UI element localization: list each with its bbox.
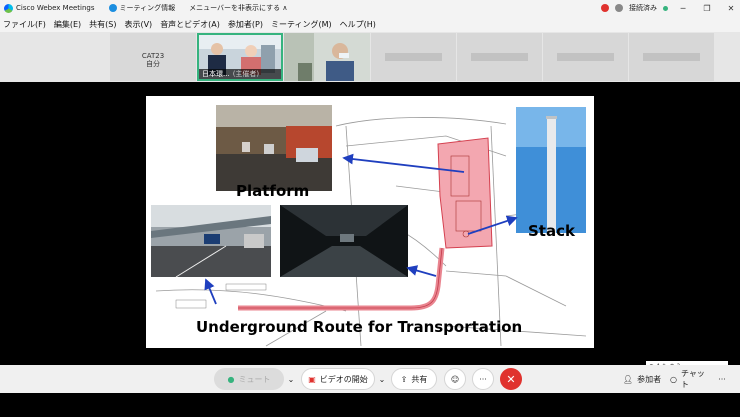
- menu-edit[interactable]: 編集(E): [54, 19, 81, 30]
- record-icon: [601, 4, 609, 12]
- participant-strip: CAT23 自分 日本環... (主催者): [0, 32, 740, 82]
- chat-button[interactable]: ○ チャット: [670, 368, 710, 390]
- participants-button[interactable]: 👤︎ 参加者: [619, 368, 665, 390]
- start-video-label: ビデオの開始: [319, 374, 368, 384]
- menu-participants[interactable]: 参加者(P): [228, 19, 263, 30]
- meeting-info-button[interactable]: ミーティング情報: [108, 3, 176, 13]
- empty-tile: [543, 33, 628, 81]
- video-options-chevron-icon[interactable]: ⌄: [376, 368, 388, 390]
- meeting-controls-bar: ● ミュート ⌄ ▣ ビデオの開始 ⌄ ⇪ 共有 ☺ ··· ✕ 👤︎ 参加者 …: [0, 365, 740, 393]
- participant-video-tile[interactable]: [284, 33, 370, 81]
- host-name-bar: 日本環... (主催者): [199, 69, 281, 79]
- mute-button[interactable]: ● ミュート: [214, 368, 284, 390]
- end-meeting-button[interactable]: ✕: [500, 368, 522, 390]
- self-video-tile[interactable]: CAT23 自分: [110, 33, 196, 81]
- menu-share[interactable]: 共有(S): [89, 19, 116, 30]
- panel-more-button[interactable]: ···: [712, 368, 732, 390]
- menu-view[interactable]: 表示(V): [124, 19, 152, 30]
- empty-tile: [629, 33, 714, 81]
- road-photo: [151, 205, 271, 278]
- site-map-slide: Platform Stack Underground Route for Tra…: [151, 105, 587, 347]
- menu-bar: ファイル(F) 編集(E) 共有(S) 表示(V) 音声とビデオ(A) 参加者(…: [0, 16, 740, 32]
- share-button[interactable]: ⇪ 共有: [391, 368, 437, 390]
- empty-tile: [371, 33, 456, 81]
- route-label: Underground Route for Transportation: [196, 318, 522, 336]
- more-icon: ···: [479, 374, 487, 384]
- app-title: Cisco Webex Meetings: [16, 4, 95, 12]
- stack-photo: [516, 107, 586, 233]
- close-icon[interactable]: ✕: [722, 4, 740, 13]
- share-icon: ⇪: [400, 374, 408, 384]
- participant-video-feed: [284, 33, 370, 81]
- platform-photo: [216, 105, 332, 191]
- title-bar: Cisco Webex Meetings ミーティング情報 メニューバーを非表示…: [0, 0, 740, 16]
- microphone-icon: ●: [227, 374, 235, 384]
- shared-slide: Platform Stack Underground Route for Tra…: [146, 96, 594, 348]
- smiley-icon: ☺: [450, 374, 460, 384]
- start-video-button[interactable]: ▣ ビデオの開始: [301, 368, 375, 390]
- stack-label: Stack: [528, 222, 576, 240]
- meeting-info-label: ミーティング情報: [119, 4, 176, 12]
- self-name: CAT23: [141, 52, 165, 60]
- window-controls: 接続済み ─ ❐ ✕: [601, 0, 740, 16]
- site-area: [437, 137, 493, 249]
- menu-audio-video[interactable]: 音声とビデオ(A): [160, 19, 220, 30]
- reactions-button[interactable]: ☺: [444, 368, 466, 390]
- hide-menubar-button[interactable]: メニューバーを非表示にする ∧: [189, 3, 287, 13]
- info-icon: [108, 4, 117, 12]
- share-label: 共有: [411, 374, 428, 384]
- host-name: 日本環...: [202, 70, 230, 78]
- platform-label: Platform: [236, 182, 309, 200]
- minimize-icon[interactable]: ─: [674, 4, 692, 13]
- status-dot-icon: [663, 5, 668, 11]
- shared-content-stage: Platform Stack Underground Route for Tra…: [0, 82, 740, 365]
- host-video-tile[interactable]: 日本環... (主催者): [197, 33, 283, 81]
- mute-label: ミュート: [238, 374, 271, 384]
- chat-label: チャット: [680, 369, 705, 389]
- chat-bubble-icon: ○: [670, 374, 677, 384]
- participants-label: 参加者: [637, 374, 662, 384]
- maximize-icon[interactable]: ❐: [698, 4, 716, 13]
- menu-help[interactable]: ヘルプ(H): [340, 19, 376, 30]
- tunnel-photo: [280, 205, 408, 277]
- person-icon: 👤︎: [622, 374, 634, 384]
- more-icon: ···: [718, 374, 726, 384]
- empty-tile: [457, 33, 542, 81]
- webex-logo-icon: [4, 3, 13, 13]
- more-options-button[interactable]: ···: [472, 368, 494, 390]
- lock-icon: [615, 4, 623, 12]
- close-icon: ✕: [506, 372, 516, 386]
- footer-area: [0, 393, 740, 417]
- audio-options-chevron-icon[interactable]: ⌄: [285, 368, 297, 390]
- host-role: (主催者): [232, 70, 260, 78]
- connection-status: 接続済み: [629, 4, 657, 12]
- video-camera-icon: ▣: [308, 374, 316, 384]
- menu-meeting[interactable]: ミーティング(M): [271, 19, 332, 30]
- menu-file[interactable]: ファイル(F): [3, 19, 46, 30]
- self-label: 自分: [146, 60, 160, 68]
